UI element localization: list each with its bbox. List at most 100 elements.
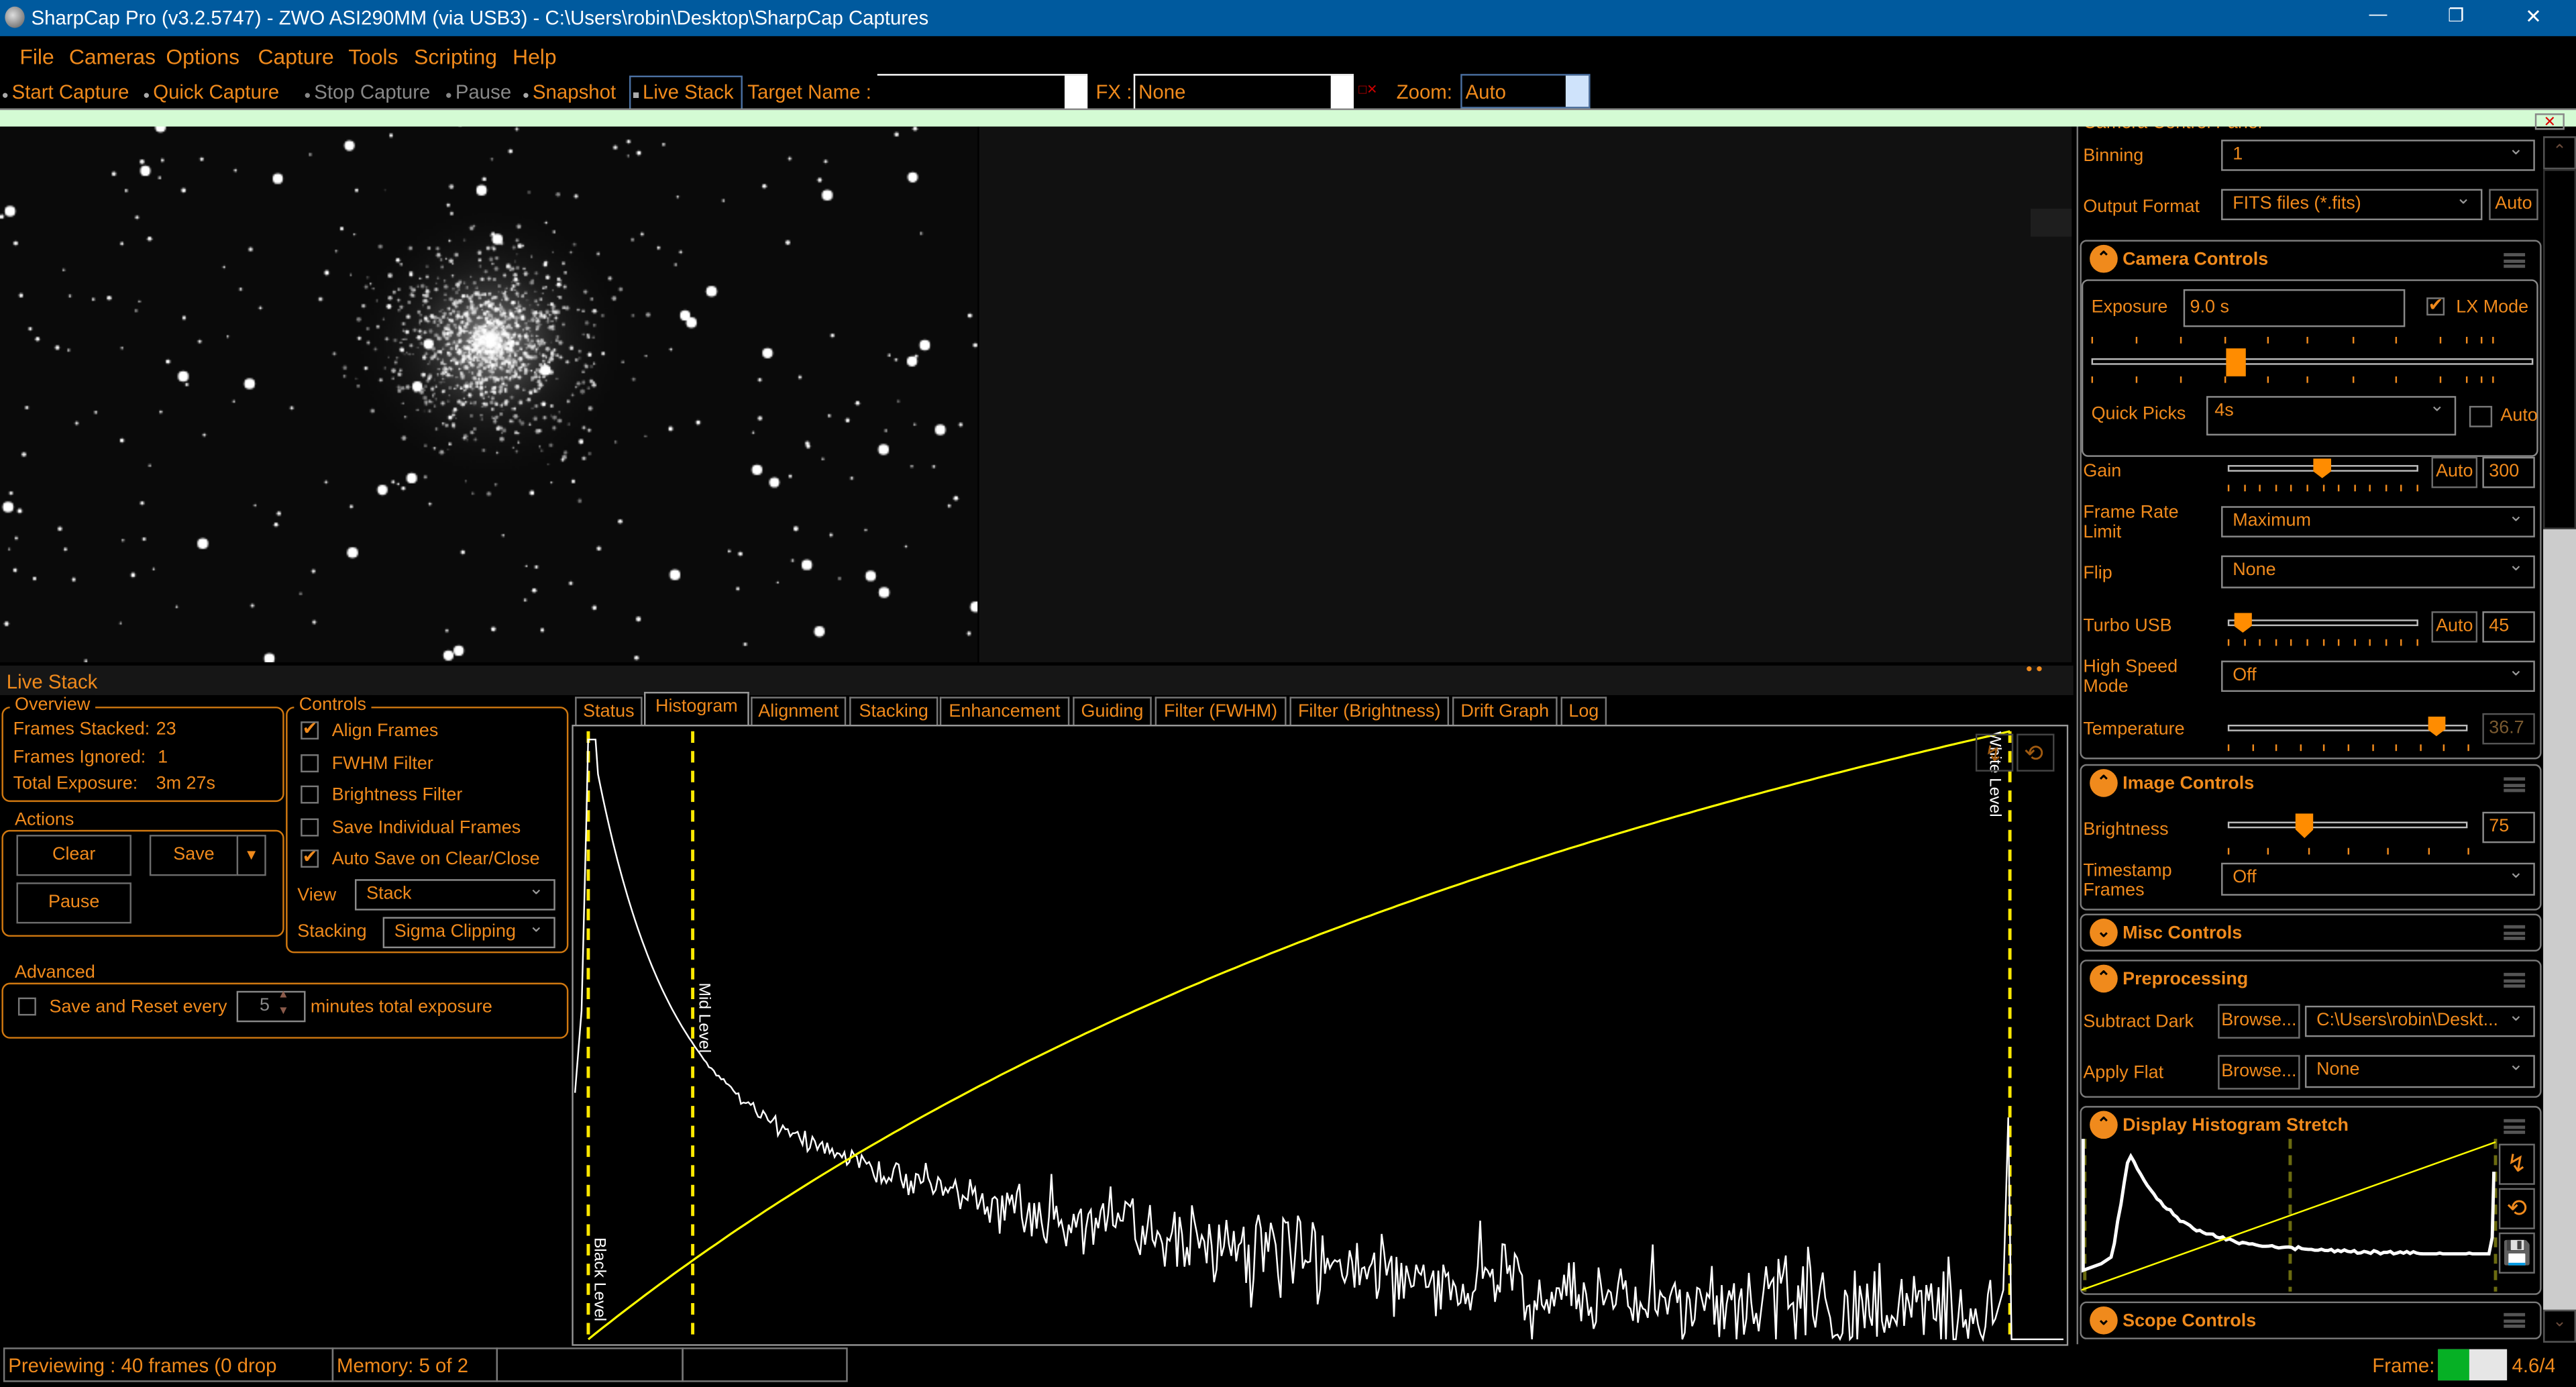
minutes-spinner[interactable]: 5 ▲ ▼ <box>236 989 306 1023</box>
auto-stretch-button[interactable]: ↯ <box>2498 1143 2535 1185</box>
notification-close-icon[interactable]: ✕ <box>2534 113 2565 130</box>
snapshot-button[interactable]: ● Snapshot <box>523 79 616 111</box>
auto-save-checkbox[interactable] <box>301 846 319 868</box>
collapse-chevron-icon[interactable]: ⌃ <box>2090 964 2118 993</box>
stop-capture-button[interactable]: ● Stop Capture <box>304 79 430 111</box>
timestamp-frames-select[interactable]: Off <box>2221 862 2535 896</box>
subtract-dark-select[interactable]: C:\Users\robin\Deskt... <box>2304 1005 2535 1037</box>
dropdown-arrow-icon[interactable] <box>1064 75 1088 109</box>
menu-icon[interactable] <box>2504 1313 2526 1328</box>
tab-filter-fwhm[interactable]: Filter (FWHM) <box>1155 697 1287 725</box>
output-format-select[interactable]: FITS files (*.fits) <box>2221 189 2483 221</box>
output-format-auto-button[interactable]: Auto <box>2489 189 2538 221</box>
tab-log[interactable]: Log <box>1560 697 1607 725</box>
collapse-chevron-icon[interactable]: ⌃ <box>2090 244 2118 273</box>
lx-mode-checkbox[interactable] <box>2426 294 2445 316</box>
live-image-view[interactable] <box>0 125 978 662</box>
slider-tick <box>2347 847 2350 855</box>
tab-filter-brightness[interactable]: Filter (Brightness) <box>1289 697 1450 725</box>
tab-histogram[interactable]: Histogram <box>644 692 749 727</box>
scroll-up-button[interactable]: ⌃ <box>2543 136 2576 170</box>
reset-stretch-button[interactable]: ⟲ <box>2498 1188 2535 1229</box>
collapse-chevron-icon[interactable]: ⌃ <box>2090 1111 2118 1139</box>
exposure-input[interactable]: 9.0 s <box>2183 289 2406 327</box>
turbo-usb-auto-button[interactable]: Auto <box>2431 611 2478 643</box>
panel-options-icon[interactable]: ● ● <box>2026 664 2043 675</box>
gain-auto-button[interactable]: Auto <box>2431 456 2478 489</box>
menu-capture[interactable]: Capture <box>258 44 333 69</box>
menu-scripting[interactable]: Scripting <box>414 44 497 69</box>
tab-alignment[interactable]: Alignment <box>751 697 847 725</box>
menu-options[interactable]: Options <box>166 44 239 69</box>
dropdown-arrow-icon[interactable] <box>1330 75 1354 109</box>
pause-button[interactable]: ● Pause <box>445 79 511 111</box>
fwhm-filter-label: FWHM Filter <box>331 754 433 774</box>
menu-icon[interactable] <box>2504 925 2526 940</box>
scrollbar-thumb[interactable] <box>2543 169 2576 529</box>
brightness-filter-checkbox[interactable] <box>301 785 319 804</box>
expand-chevron-icon[interactable]: ⌄ <box>2090 1306 2118 1335</box>
target-name-input[interactable] <box>877 74 1088 109</box>
high-speed-mode-select[interactable]: Off <box>2221 660 2535 692</box>
exposure-slider-track[interactable] <box>2091 358 2534 365</box>
collapse-chevron-icon[interactable]: ⌃ <box>2090 769 2118 797</box>
flip-select[interactable]: None <box>2221 555 2535 588</box>
subtract-dark-browse-button[interactable]: Browse... <box>2218 1004 2300 1039</box>
binning-select[interactable]: 1 <box>2221 140 2535 171</box>
quick-picks-auto-checkbox[interactable] <box>2469 405 2493 427</box>
tab-guiding[interactable]: Guiding <box>1073 697 1152 725</box>
quick-picks-select[interactable]: 4s <box>2206 396 2457 435</box>
spinner-up-icon[interactable]: ▲ <box>278 989 289 1000</box>
menu-icon[interactable] <box>2504 972 2526 988</box>
fwhm-filter-checkbox[interactable] <box>301 754 319 773</box>
fx-select[interactable]: None <box>1133 74 1354 109</box>
save-stretch-button[interactable]: 💾 <box>2498 1232 2535 1274</box>
clear-button[interactable]: Clear <box>16 835 131 876</box>
tab-status[interactable]: Status <box>575 697 643 725</box>
frame-rate-limit-select[interactable]: Maximum <box>2221 506 2535 537</box>
brightness-slider-track[interactable] <box>2227 821 2468 829</box>
stacking-select[interactable]: Sigma Clipping <box>382 917 555 949</box>
menu-icon[interactable] <box>2504 253 2526 268</box>
menu-icon[interactable] <box>2504 1119 2526 1134</box>
apply-flat-select[interactable]: None <box>2304 1055 2535 1088</box>
minimize-button[interactable]: — <box>2369 5 2387 24</box>
turbo-usb-slider-track[interactable] <box>2227 619 2418 627</box>
tab-drift-graph[interactable]: Drift Graph <box>1452 697 1558 725</box>
mini-histogram[interactable] <box>2081 1139 2499 1292</box>
fx-settings-icon[interactable]: □✕ <box>1358 82 1377 97</box>
save-individual-frames-checkbox[interactable] <box>301 818 319 837</box>
tab-enhancement[interactable]: Enhancement <box>939 697 1070 725</box>
live-stack-button[interactable]: ■ Live Stack <box>629 75 742 113</box>
menu-icon[interactable] <box>2504 777 2526 792</box>
dropdown-arrow-icon[interactable] <box>1565 75 1589 107</box>
save-reset-checkbox[interactable] <box>17 997 36 1016</box>
scope-controls-group[interactable]: ⌄ Scope Controls <box>2080 1301 2542 1339</box>
save-button[interactable]: Save <box>149 835 239 876</box>
menu-file[interactable]: File <box>19 44 54 69</box>
brightness-input[interactable]: 75 <box>2482 811 2535 843</box>
pause-stack-button[interactable]: Pause <box>16 882 131 924</box>
restore-button[interactable]: ❐ <box>2448 5 2464 26</box>
expand-chevron-icon[interactable]: ⌄ <box>2090 918 2118 947</box>
turbo-usb-input[interactable]: 45 <box>2482 611 2535 643</box>
apply-flat-browse-button[interactable]: Browse... <box>2218 1055 2300 1090</box>
tab-stacking[interactable]: Stacking <box>849 697 938 725</box>
gain-input[interactable]: 300 <box>2482 456 2535 489</box>
close-button[interactable]: ✕ <box>2525 5 2542 28</box>
menu-tools[interactable]: Tools <box>348 44 398 69</box>
capture-icon: ● <box>143 90 154 102</box>
quick-capture-button[interactable]: ● Quick Capture <box>143 79 279 111</box>
align-frames-checkbox[interactable] <box>301 718 319 740</box>
histogram-chart[interactable]: Black Level Mid Level White Level ↯ ⟲ <box>572 725 2069 1346</box>
spinner-down-icon[interactable]: ▼ <box>278 1006 289 1017</box>
save-options-dropdown[interactable]: ▼ <box>236 835 266 876</box>
scroll-down-button[interactable]: ⌄ <box>2543 1309 2576 1343</box>
menu-help[interactable]: Help <box>513 44 557 69</box>
exposure-slider-thumb[interactable] <box>2226 348 2247 376</box>
misc-controls-group[interactable]: ⌄ Misc Controls <box>2080 913 2542 952</box>
start-capture-button[interactable]: ● Start Capture <box>1 79 129 111</box>
zoom-select[interactable]: Auto <box>1460 74 1591 109</box>
menu-cameras[interactable]: Cameras <box>69 44 156 69</box>
view-select[interactable]: Stack <box>354 879 555 911</box>
